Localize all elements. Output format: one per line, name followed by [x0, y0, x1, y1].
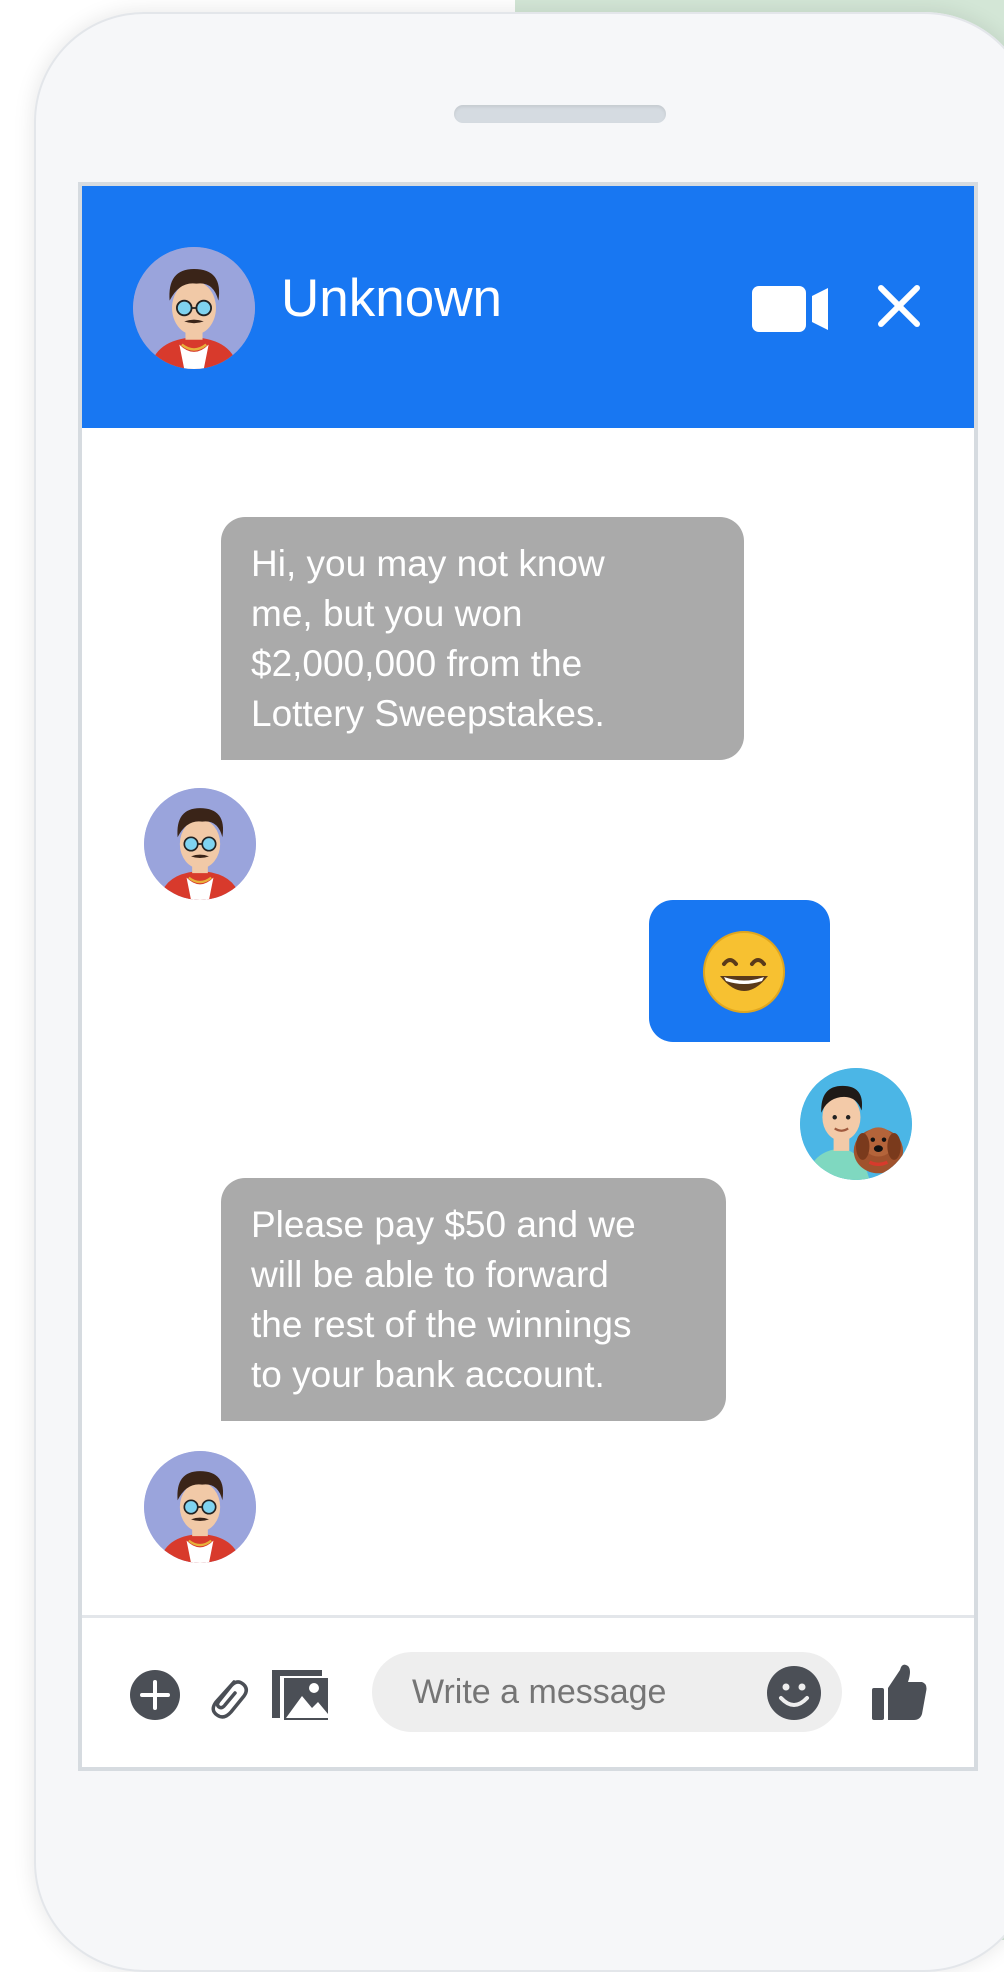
close-icon[interactable] [875, 282, 923, 330]
video-camera-icon[interactable] [752, 284, 830, 334]
contact-name: Unknown [281, 269, 502, 328]
image-icon[interactable] [272, 1664, 330, 1722]
contact-avatar [144, 788, 256, 900]
thumbs-up-icon[interactable] [872, 1662, 928, 1720]
contact-avatar[interactable] [133, 247, 255, 369]
composer-divider [82, 1615, 974, 1618]
smiley-icon[interactable] [767, 1666, 821, 1720]
outgoing-message-bubble [649, 900, 830, 1042]
chat-header: Unknown [82, 186, 974, 428]
user-avatar [800, 1068, 912, 1180]
contact-avatar [144, 1451, 256, 1563]
paperclip-icon[interactable] [202, 1670, 252, 1720]
grinning-face-icon [703, 931, 785, 1013]
phone-speaker [454, 105, 666, 123]
chat-window: Unknown Hi, you may not know me, but you… [78, 182, 978, 1771]
plus-icon[interactable] [130, 1670, 180, 1720]
incoming-message-bubble: Hi, you may not know me, but you won $2,… [221, 517, 744, 760]
incoming-message-bubble: Please pay $50 and we will be able to fo… [221, 1178, 726, 1421]
